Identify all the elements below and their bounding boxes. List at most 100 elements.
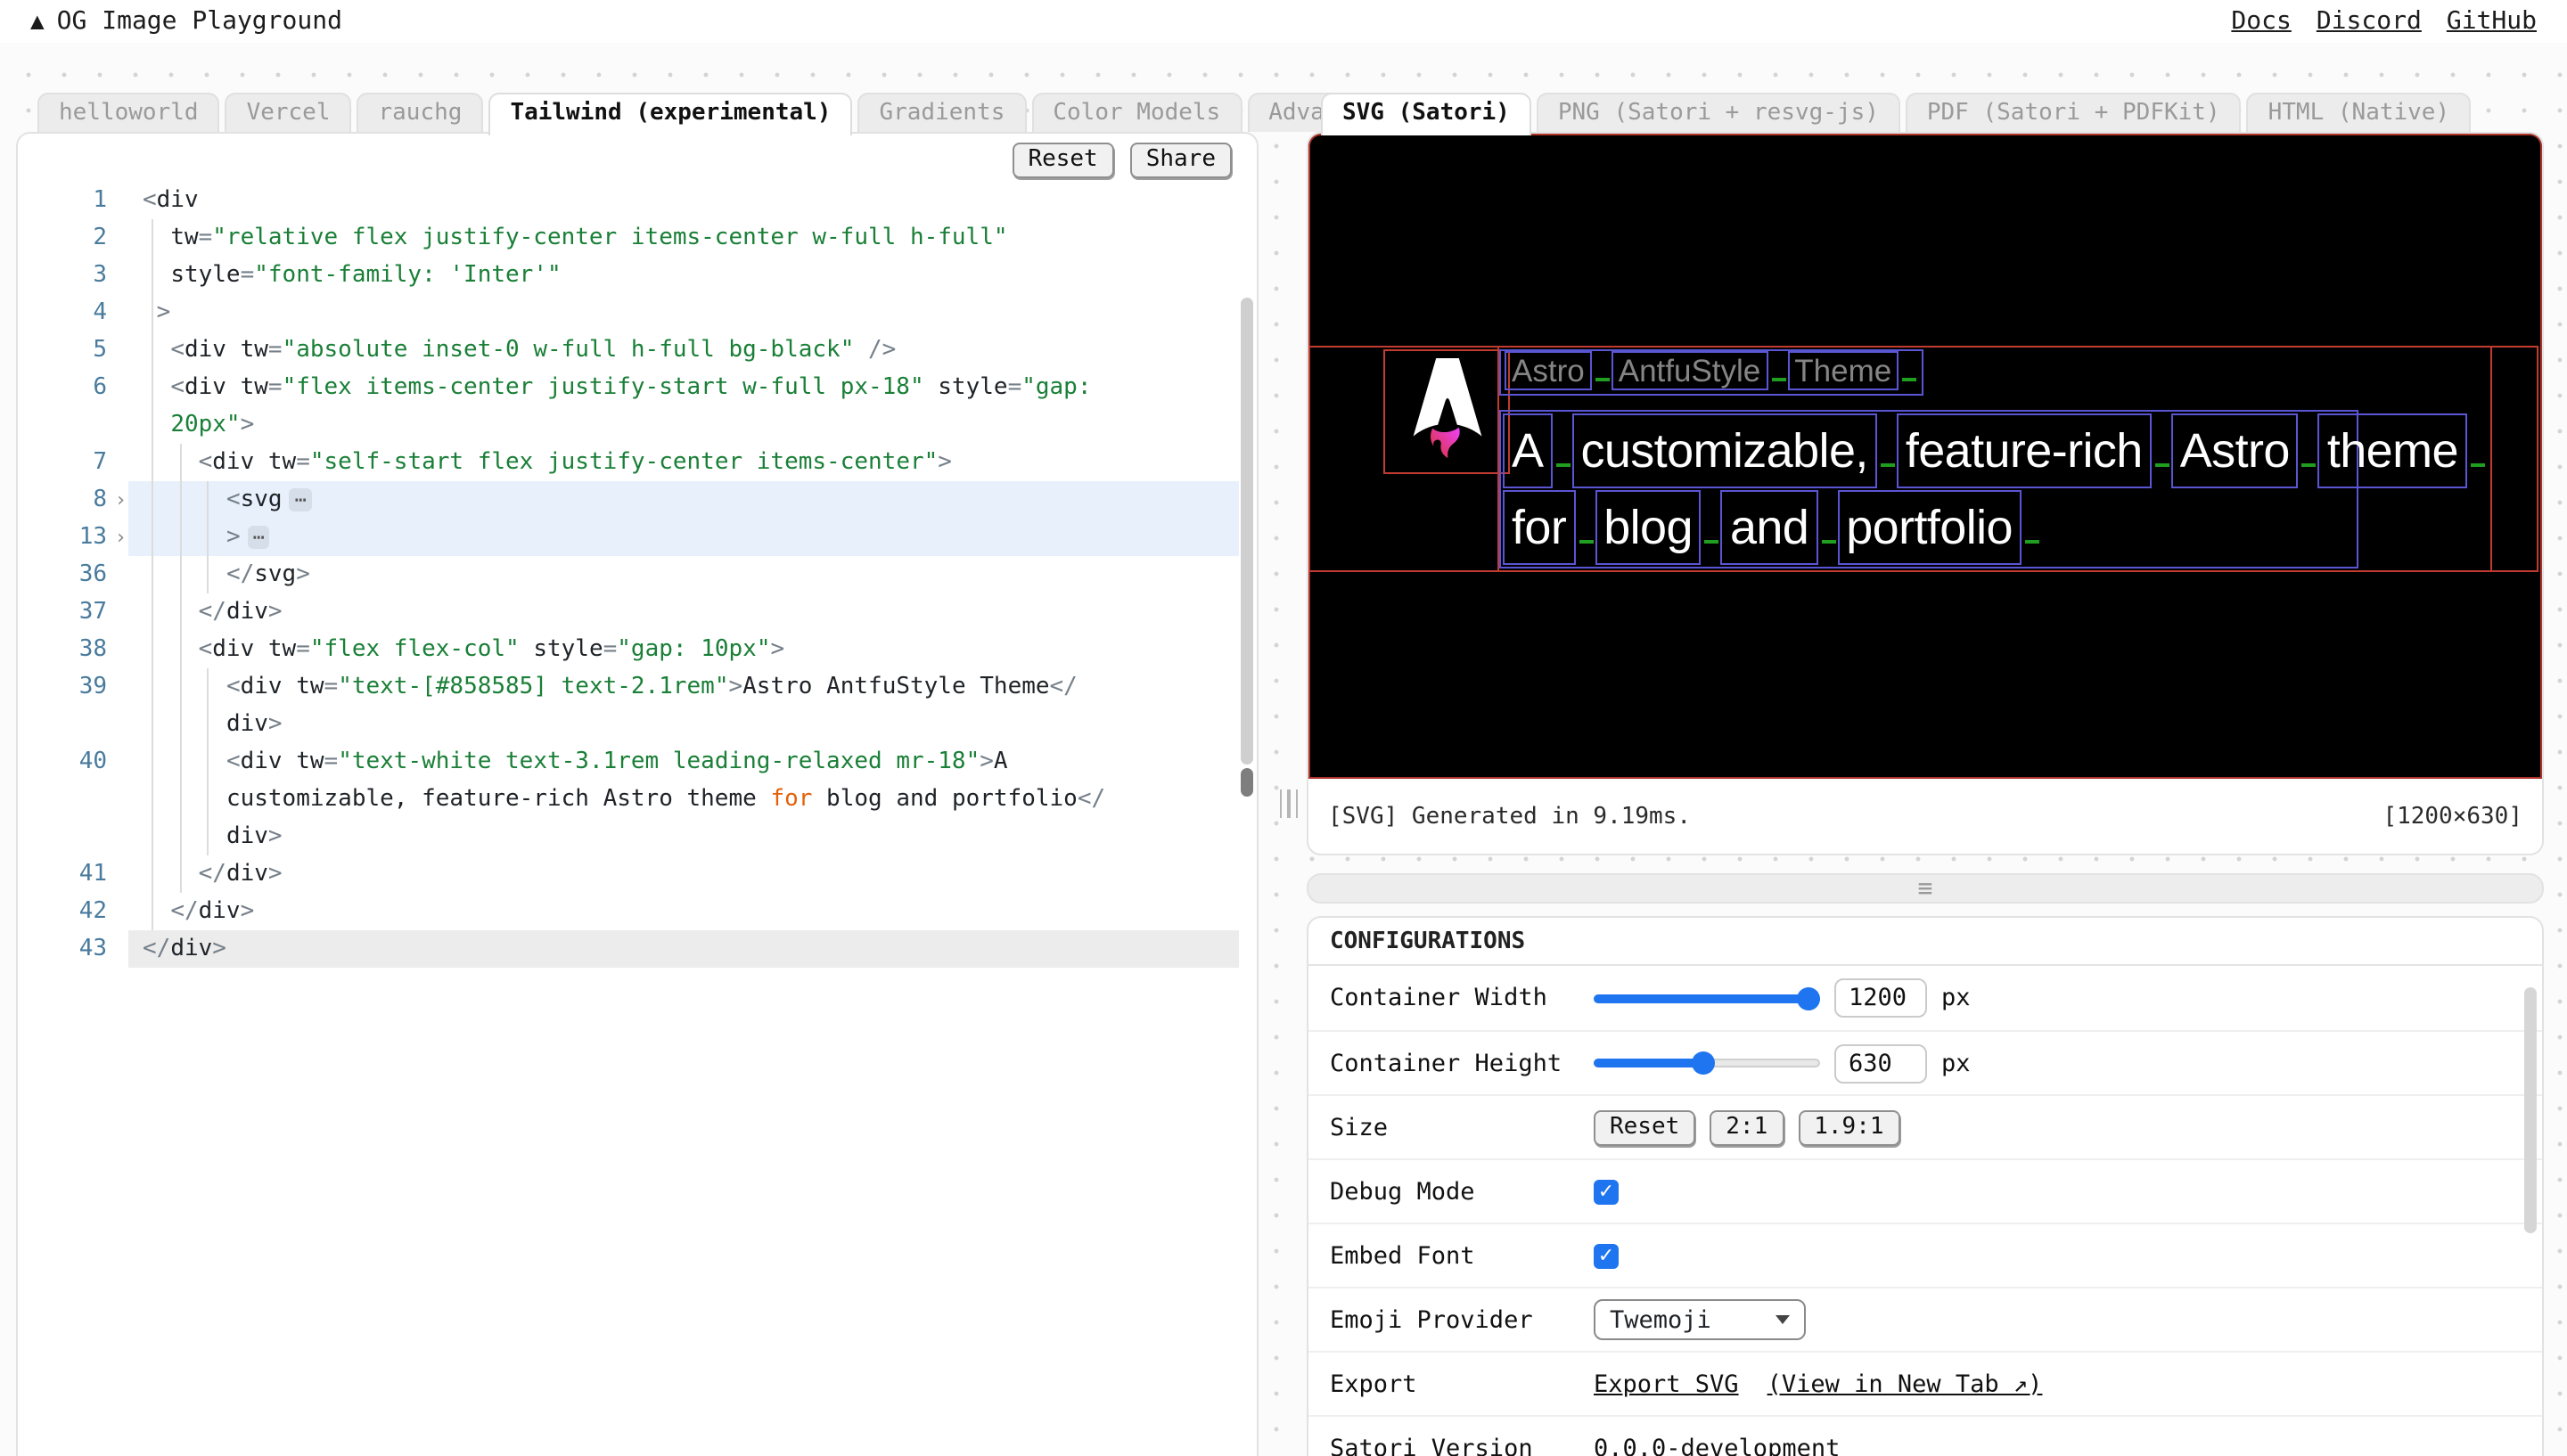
code-token: div tw: [212, 636, 297, 663]
header-link-github[interactable]: GitHub: [2447, 7, 2537, 36]
indent-guide: [152, 593, 153, 631]
size-button-1-9-1[interactable]: 1.9:1: [1798, 1109, 1900, 1145]
indent-guide: [152, 444, 153, 481]
og-desc-word: Astro: [2170, 413, 2299, 488]
code-token: =: [1007, 374, 1022, 401]
indent-guide: [179, 556, 182, 593]
code-row: 41 </div>: [18, 855, 1239, 893]
indent-guide: [179, 706, 182, 743]
code-editor[interactable]: 1 <div 2 tw="relative flex justify-center …: [18, 134, 1239, 1456]
line-number: [18, 706, 128, 743]
code-token: =: [324, 674, 339, 700]
code-token: </: [198, 599, 226, 626]
code-token: "font-family: 'Inter'": [254, 262, 562, 289]
link-0-0-0-development[interactable]: 0.0.0-development: [1594, 1434, 1840, 1456]
reset-button[interactable]: Reset: [1012, 143, 1114, 178]
editor-scrollbar-thumb[interactable]: [1241, 298, 1253, 765]
code-token: <: [143, 187, 157, 214]
config-control: Twemoji: [1594, 1299, 1806, 1340]
tab-rauchg[interactable]: rauchg: [357, 93, 484, 132]
code-line: div>: [128, 706, 1239, 743]
code-token: "gap: 10px": [617, 636, 771, 663]
checkbox-debug-mode[interactable]: ✓: [1594, 1179, 1619, 1204]
code-line: </div>: [128, 593, 1239, 631]
code-token: =: [267, 374, 283, 401]
code-token: />: [868, 337, 897, 364]
baseline-mark: [2470, 463, 2485, 467]
config-row-size: Size Reset 2:1 1.9:1: [1308, 1094, 2542, 1158]
code-row: 1 <div: [18, 182, 1239, 219]
tab-pdf-satori-pdfkit-[interactable]: PDF (Satori + PDFKit): [1905, 93, 2242, 132]
output-tabs: SVG (Satori) PNG (Satori + resvg-js) PDF (…: [1321, 93, 2472, 135]
config-row-satori-version: Satori Version 0.0.0-development: [1308, 1415, 2542, 1456]
code-token: </: [143, 936, 171, 962]
size-button-reset[interactable]: Reset: [1594, 1109, 1696, 1145]
share-button[interactable]: Share: [1129, 143, 1232, 178]
slider-thumb[interactable]: [1797, 986, 1820, 1010]
og-desc-word: theme: [2317, 413, 2467, 488]
fold-chevron-icon[interactable]: ›: [115, 481, 127, 519]
editor-scrollbar-grip[interactable]: [1241, 768, 1253, 797]
tab-html-native-[interactable]: HTML (Native): [2246, 93, 2472, 132]
horizontal-resizer[interactable]: ≡: [1307, 873, 2544, 904]
code-token: style: [170, 262, 241, 289]
link-view-in-new-tab[interactable]: (View in New Tab ↗): [1767, 1370, 2043, 1398]
tab-helloworld[interactable]: helloworld: [37, 93, 220, 132]
header-link-discord[interactable]: Discord: [2317, 7, 2422, 36]
tab-vercel[interactable]: Vercel: [225, 93, 352, 132]
tab-tailwind-experimental-[interactable]: Tailwind (experimental): [488, 93, 853, 135]
code-token: >: [212, 936, 226, 962]
config-row-export: Export Export SVG (View in New Tab ↗): [1308, 1351, 2542, 1415]
code-token: =: [296, 449, 310, 476]
code-token: div tw: [240, 674, 324, 700]
size-button-2-1[interactable]: 2:1: [1710, 1109, 1784, 1145]
code-token: style: [519, 636, 603, 663]
code-token: <: [170, 374, 185, 401]
config-label: Container Height: [1330, 1049, 1562, 1077]
tab-color-models[interactable]: Color Models: [1031, 93, 1242, 132]
fold-chevron-icon[interactable]: ›: [115, 519, 127, 556]
header-link-docs[interactable]: Docs: [2231, 7, 2291, 36]
config-row-debug-mode: Debug Mode ✓: [1308, 1158, 2542, 1223]
config-label: Debug Mode: [1330, 1177, 1475, 1206]
panel-splitter-grip[interactable]: [1276, 788, 1301, 820]
header-links: Docs Discord GitHub: [2231, 7, 2537, 36]
og-desc-word: customizable,: [1571, 413, 1877, 488]
indent-guide: [207, 481, 209, 519]
tab-svg-satori-[interactable]: SVG (Satori): [1321, 93, 1531, 135]
slider-container-width[interactable]: [1594, 986, 1820, 1010]
indent-guide: [152, 406, 153, 444]
baseline-mark: [2024, 540, 2039, 544]
indent-guide: [179, 818, 182, 855]
indent-guide: [207, 781, 209, 818]
code-token: =: [240, 262, 255, 289]
input-container-height[interactable]: [1834, 1043, 1927, 1083]
indent-guide: [207, 668, 209, 706]
og-description-box: Acustomizable, feature-rich Astro theme for…: [1499, 410, 2485, 568]
config-control: px: [1594, 978, 1971, 1018]
config-scrollbar-thumb[interactable]: [2524, 987, 2537, 1233]
link-export-svg[interactable]: Export SVG: [1594, 1370, 1739, 1398]
og-title-line: Astro AntfuStyle Theme: [1499, 349, 1924, 396]
app-header: ▲ OG Image Playground Docs Discord GitHub: [0, 0, 2567, 43]
code-token: <: [226, 674, 241, 700]
preview-dimensions: [1200×630]: [2382, 803, 2522, 830]
fold-ellipsis-icon: ⋯: [247, 526, 270, 549]
code-token: svg: [240, 487, 283, 513]
code-line: </div>: [128, 855, 1239, 893]
line-number: 2: [18, 219, 128, 257]
checkbox-embed-font[interactable]: ✓: [1594, 1243, 1619, 1268]
slider-thumb[interactable]: [1691, 1051, 1715, 1075]
code-token: div tw: [184, 337, 268, 364]
code-row: 20px">: [18, 406, 1239, 444]
select-emoji-provider[interactable]: Twemoji: [1594, 1299, 1806, 1340]
code-token: A: [993, 748, 1008, 775]
indent-guide: [152, 331, 153, 369]
slider-container-height[interactable]: [1594, 1051, 1820, 1076]
tab-gradients[interactable]: Gradients: [857, 93, 1027, 132]
code-line: </svg>: [128, 556, 1239, 593]
tab-png-satori-resvg-js-[interactable]: PNG (Satori + resvg-js): [1536, 93, 1900, 132]
input-container-width[interactable]: [1834, 978, 1927, 1018]
line-number: 13 ›: [18, 519, 128, 556]
code-token: tw: [170, 225, 199, 251]
